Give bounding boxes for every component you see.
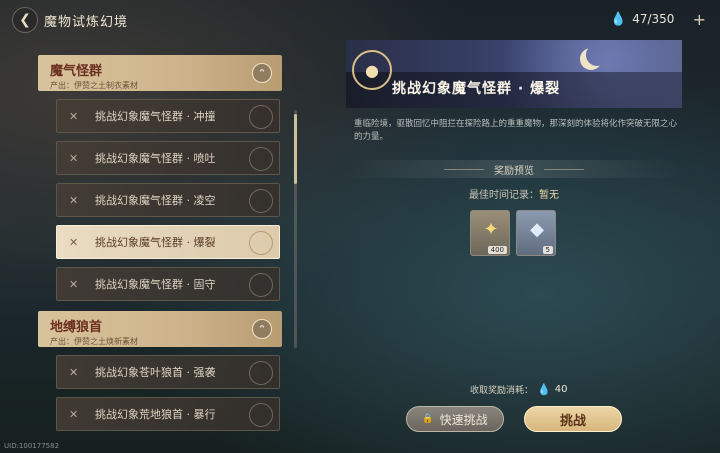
best-time-label: 最佳时间记录： <box>469 190 539 201</box>
reward-count: 5 <box>542 246 553 254</box>
back-button[interactable]: ❮ <box>12 7 38 33</box>
level-emblem-icon <box>249 147 273 171</box>
user-id: UID:100177582 <box>4 442 60 450</box>
group-subtitle: 产出：伊赞之土制衣素材 <box>50 81 138 90</box>
crossed-swords-icon: ✕ <box>69 407 79 421</box>
collapse-chevron-icon[interactable]: ⌃ <box>252 319 272 339</box>
back-arrow-icon: ❮ <box>19 12 31 28</box>
quick-challenge-button[interactable]: 🔒 快速挑战 <box>406 406 504 432</box>
level-emblem-icon: ● <box>352 50 392 90</box>
level-title: 挑战幻象魔气怪群 · 爆裂 <box>392 81 561 97</box>
level-item[interactable]: ✕ 挑战幻象魔气怪群 · 冲撞 <box>56 99 280 133</box>
level-list[interactable]: 魔气怪群 产出：伊赞之土制衣素材 ⌃ ✕ 挑战幻象魔气怪群 · 冲撞 ✕ 挑战幻… <box>38 55 288 453</box>
group-header-miasma[interactable]: 魔气怪群 产出：伊赞之土制衣素材 ⌃ <box>38 55 282 91</box>
level-emblem-icon <box>249 403 273 427</box>
group-name: 地缚狼首 <box>50 320 103 335</box>
stamina-display: 💧 47/350 + <box>610 8 706 30</box>
crystal-shard-icon: ◆ <box>530 218 544 240</box>
level-item[interactable]: ✕ 挑战幻象魔气怪群 · 固守 <box>56 267 280 301</box>
lock-icon: 🔒 <box>422 414 434 424</box>
reward-count: 400 <box>487 246 507 254</box>
gold-crest-icon: ✦ <box>483 218 499 240</box>
crossed-swords-icon: ✕ <box>69 193 79 207</box>
stamina-value: 47/350 <box>632 12 675 26</box>
crossed-swords-icon: ✕ <box>69 277 79 291</box>
reward-cost: 收取奖励消耗： 💧 40 <box>470 383 567 396</box>
level-item[interactable]: ✕ 挑战幻象苍叶狼首 · 强袭 <box>56 355 280 389</box>
crossed-swords-icon: ✕ <box>69 235 79 249</box>
level-emblem-icon <box>249 189 273 213</box>
crescent-moon-icon <box>586 44 608 66</box>
stamina-drop-icon: 💧 <box>537 383 551 396</box>
level-label: 挑战幻象魔气怪群 · 冲撞 <box>95 110 216 123</box>
crossed-swords-icon: ✕ <box>69 365 79 379</box>
reward-preview-label: 奖励预览 <box>494 165 534 177</box>
stamina-drop-icon: 💧 <box>610 11 627 27</box>
level-label: 挑战幻象苍叶狼首 · 强袭 <box>95 366 216 379</box>
best-time-value: 暂无 <box>539 190 559 201</box>
divider <box>444 168 484 170</box>
quick-challenge-label: 快速挑战 <box>439 412 488 427</box>
level-emblem-icon <box>249 361 273 385</box>
group-subtitle: 产出：伊赞之土焕新素材 <box>50 337 138 346</box>
level-label: 挑战幻象魔气怪群 · 凌空 <box>95 194 216 207</box>
group-name: 魔气怪群 <box>50 64 103 79</box>
page-title: 魔物试炼幻境 <box>44 15 129 30</box>
level-item-selected[interactable]: ✕ 挑战幻象魔气怪群 · 爆裂 <box>56 225 280 259</box>
collapse-chevron-icon[interactable]: ⌃ <box>252 63 272 83</box>
level-label: 挑战幻象魔气怪群 · 喷吐 <box>95 152 216 165</box>
level-label: 挑战幻象荒地狼首 · 暴行 <box>95 408 216 421</box>
scrollbar-thumb[interactable] <box>294 114 297 184</box>
level-item[interactable]: ✕ 挑战幻象魔气怪群 · 喷吐 <box>56 141 280 175</box>
group-header-wolf[interactable]: 地缚狼首 产出：伊赞之土焕新素材 ⌃ <box>38 311 282 347</box>
level-emblem-icon <box>249 105 273 129</box>
list-scrollbar[interactable] <box>294 110 297 348</box>
level-item[interactable]: ✕ 挑战幻象荒地狼首 · 暴行 <box>56 397 280 431</box>
cost-value: 40 <box>554 384 568 395</box>
challenge-label: 挑战 <box>559 413 586 429</box>
reward-item[interactable]: ◆ 5 <box>516 210 556 256</box>
level-description: 重临险境，驱散回忆中阻拦在探险路上的重重魔物，那深刻的体验将化作突破无限之心的力… <box>354 119 678 142</box>
best-time-record: 最佳时间记录：暂无 <box>346 186 682 201</box>
crossed-swords-icon: ✕ <box>69 109 79 123</box>
divider <box>544 168 584 170</box>
level-item[interactable]: ✕ 挑战幻象魔气怪群 · 凌空 <box>56 183 280 217</box>
level-label: 挑战幻象魔气怪群 · 爆裂 <box>95 236 216 249</box>
challenge-button[interactable]: 挑战 <box>524 406 622 432</box>
level-emblem-icon <box>249 273 273 297</box>
level-emblem-icon <box>249 231 273 255</box>
add-stamina-button[interactable]: + <box>693 10 706 29</box>
level-banner: ● 挑战幻象魔气怪群 · 爆裂 <box>346 40 682 108</box>
reward-item[interactable]: ✦ 400 <box>470 210 510 256</box>
cost-label: 收取奖励消耗： <box>470 386 534 396</box>
reward-preview-heading: 奖励预览 <box>346 160 682 178</box>
level-label: 挑战幻象魔气怪群 · 固守 <box>95 278 216 291</box>
crossed-swords-icon: ✕ <box>69 151 79 165</box>
